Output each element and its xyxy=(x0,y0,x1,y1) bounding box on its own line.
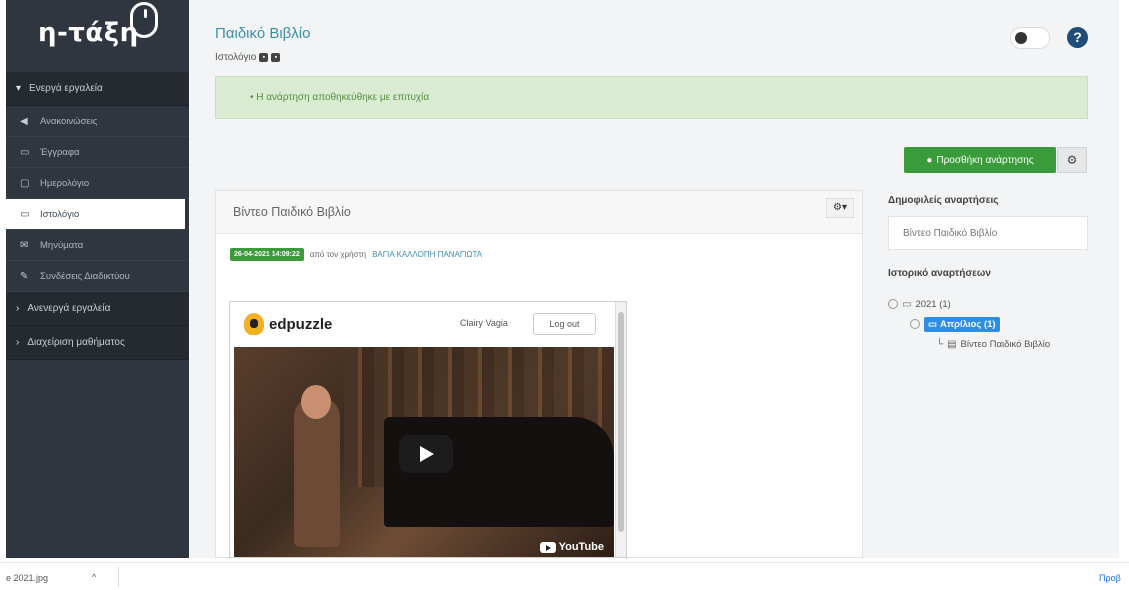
rss-icon[interactable]: ▪ xyxy=(259,53,269,62)
tree-month-selected[interactable]: ▭ Απρίλιος (1) xyxy=(924,316,1000,332)
edpuzzle-embed[interactable]: edpuzzle Clairy Vagia Log out YouTube xyxy=(229,301,627,558)
tree-post-label: Βίντεο Παιδικό Βιβλίο xyxy=(960,338,1051,350)
tree-year[interactable]: ▭ 2021 (1) xyxy=(888,294,1050,314)
breadcrumb: Ιστολόγιο ▪ ▪ xyxy=(215,52,281,63)
alert-message: • Η ανάρτηση αποθηκεύθηκε με επιτυχία xyxy=(250,92,430,103)
logo[interactable]: η-τάξη xyxy=(6,0,189,72)
breadcrumb-label: Ιστολόγιο xyxy=(215,52,257,63)
page-title[interactable]: Παιδικό Βιβλίο xyxy=(215,25,311,42)
megaphone-icon: ◀ xyxy=(20,115,28,127)
youtube-icon xyxy=(539,541,556,553)
sidebar-item-label: Ημερολόγιο xyxy=(40,177,90,189)
post-header: Βίντεο Παιδικό Βιβλίο ⚙▾ xyxy=(216,191,862,234)
tree-year-label: 2021 (1) xyxy=(915,298,951,310)
sidebar-item-documents[interactable]: ▭ Έγγραφα xyxy=(6,137,189,168)
sidebar-item-messages[interactable]: ✉ Μηνύματα xyxy=(6,230,189,261)
section-active-tools[interactable]: ▾ Ενεργά εργαλεία xyxy=(6,72,189,106)
post-title[interactable]: Βίντεο Παιδικό Βιβλίο xyxy=(233,205,351,219)
chevron-down-icon: ▾ xyxy=(16,83,22,94)
success-alert: • Η ανάρτηση αποθηκεύθηκε με επιτυχία xyxy=(215,76,1088,119)
show-all-link[interactable]: Προβ xyxy=(1099,573,1121,583)
sidebar-item-label: Έγγραφα xyxy=(40,146,80,158)
right-column: Δημοφιλείς αναρτήσεις Βίντεο Παιδικό Βιβ… xyxy=(888,195,1088,350)
plus-circle-icon: ● xyxy=(926,154,933,166)
by-text: από τον χρήστη xyxy=(309,250,367,259)
history-heading: Ιστορικό αναρτήσεων xyxy=(888,268,991,279)
edpuzzle-logo-icon xyxy=(244,313,264,335)
divider xyxy=(118,567,119,587)
post-meta: 26-04-2021 14:09:22 από τον χρήστη ΒΑΓΙΑ… xyxy=(230,248,482,261)
video-character-head xyxy=(301,385,331,419)
tree-month[interactable]: ▭ Απρίλιος (1) xyxy=(888,314,1050,334)
sidebar: η-τάξη ▾ Ενεργά εργαλεία ◀ Ανακοινώσεις … xyxy=(6,0,189,558)
toggle-knob xyxy=(1015,32,1027,44)
collapse-toggle-icon[interactable] xyxy=(910,319,920,329)
view-toggle[interactable] xyxy=(1010,27,1050,49)
link-icon: ✎ xyxy=(20,270,29,282)
folder-icon: ▭ xyxy=(20,146,30,158)
help-icon[interactable]: ? xyxy=(1067,27,1088,48)
author-link[interactable]: ΒΑΓΙΑ ΚΑΛΛΟΠΗ ΠΑΝΑΓΙΩΤΑ xyxy=(372,250,482,259)
edpuzzle-header: edpuzzle Clairy Vagia Log out xyxy=(230,302,626,347)
blog-post: Βίντεο Παιδικό Βιβλίο ⚙▾ 26-04-2021 14:0… xyxy=(215,190,863,558)
popular-heading: Δημοφιλείς αναρτήσεις xyxy=(888,195,999,206)
tree-post[interactable]: └ ▤ Βίντεο Παιδικό Βιβλίο xyxy=(888,334,1050,354)
embed-scrollbar[interactable] xyxy=(615,302,626,557)
section-label: Ανενεργά εργαλεία xyxy=(27,303,111,314)
edpuzzle-logo: edpuzzle xyxy=(244,313,332,335)
section-label: Ενεργά εργαλεία xyxy=(29,83,103,94)
edpuzzle-brand: edpuzzle xyxy=(269,315,333,333)
folder-icon: ▭ xyxy=(928,318,937,330)
download-file[interactable]: e 2021.jpg xyxy=(6,573,48,583)
logout-button[interactable]: Log out xyxy=(533,313,596,335)
blog-icon: ▭ xyxy=(20,208,30,220)
post-options-gear-icon[interactable]: ⚙▾ xyxy=(826,198,854,218)
youtube-logo[interactable]: YouTube xyxy=(539,541,604,553)
mouse-icon xyxy=(130,2,158,38)
sidebar-item-label: Μηνύματα xyxy=(40,239,84,251)
sidebar-item-announcements[interactable]: ◀ Ανακοινώσεις xyxy=(6,106,189,137)
logo-text: η-τάξη xyxy=(38,18,139,48)
date-badge: 26-04-2021 14:09:22 xyxy=(230,248,304,261)
sidebar-item-label: Συνδέσεις Διαδικτύου xyxy=(40,270,130,282)
sidebar-item-blog[interactable]: ▭ Ιστολόγιο xyxy=(6,199,185,230)
video-character xyxy=(294,397,340,547)
add-post-button[interactable]: ● Προσθήκη ανάρτησης xyxy=(904,147,1056,173)
tree-branch: └ xyxy=(936,338,944,350)
play-icon[interactable] xyxy=(399,435,453,473)
archive-tree: ▭ 2021 (1) ▭ Απρίλιος (1) └ ▤ Βίντεο Παι… xyxy=(888,294,1050,354)
collapse-toggle-icon[interactable] xyxy=(888,299,898,309)
video-player[interactable]: YouTube xyxy=(234,347,614,557)
section-inactive-tools[interactable]: › Ανενεργά εργαλεία xyxy=(6,292,189,326)
popular-post-link[interactable]: Βίντεο Παιδικό Βιβλίο xyxy=(888,216,1088,250)
main-content: Παιδικό Βιβλίο Ιστολόγιο ▪ ▪ ? • Η ανάρτ… xyxy=(190,0,1119,558)
scrollbar-thumb[interactable] xyxy=(618,312,624,532)
tree-month-label: Απρίλιος (1) xyxy=(939,318,996,330)
sidebar-item-label: Ιστολόγιο xyxy=(40,208,80,220)
section-course-admin[interactable]: › Διαχείριση μαθήματος xyxy=(6,326,189,360)
sidebar-item-label: Ανακοινώσεις xyxy=(40,115,98,127)
settings-gear-button[interactable]: ⚙ xyxy=(1057,147,1087,173)
chevron-right-icon: › xyxy=(16,303,20,314)
downloads-bar: e 2021.jpg ^ Προβ xyxy=(0,562,1129,590)
sidebar-item-links[interactable]: ✎ Συνδέσεις Διαδικτύου xyxy=(6,261,189,292)
feed-icon[interactable]: ▪ xyxy=(271,53,281,62)
edpuzzle-user: Clairy Vagia xyxy=(460,318,508,328)
chevron-right-icon: › xyxy=(16,337,20,348)
document-icon: ▤ xyxy=(947,338,957,350)
youtube-label: YouTube xyxy=(558,541,604,553)
envelope-icon: ✉ xyxy=(20,239,29,251)
sidebar-item-calendar[interactable]: ▢ Ημερολόγιο xyxy=(6,168,189,199)
chevron-up-icon[interactable]: ^ xyxy=(92,572,96,582)
folder-icon: ▭ xyxy=(902,298,912,310)
calendar-icon: ▢ xyxy=(20,177,30,189)
section-label: Διαχείριση μαθήματος xyxy=(27,337,125,348)
add-post-label: Προσθήκη ανάρτησης xyxy=(936,154,1034,166)
